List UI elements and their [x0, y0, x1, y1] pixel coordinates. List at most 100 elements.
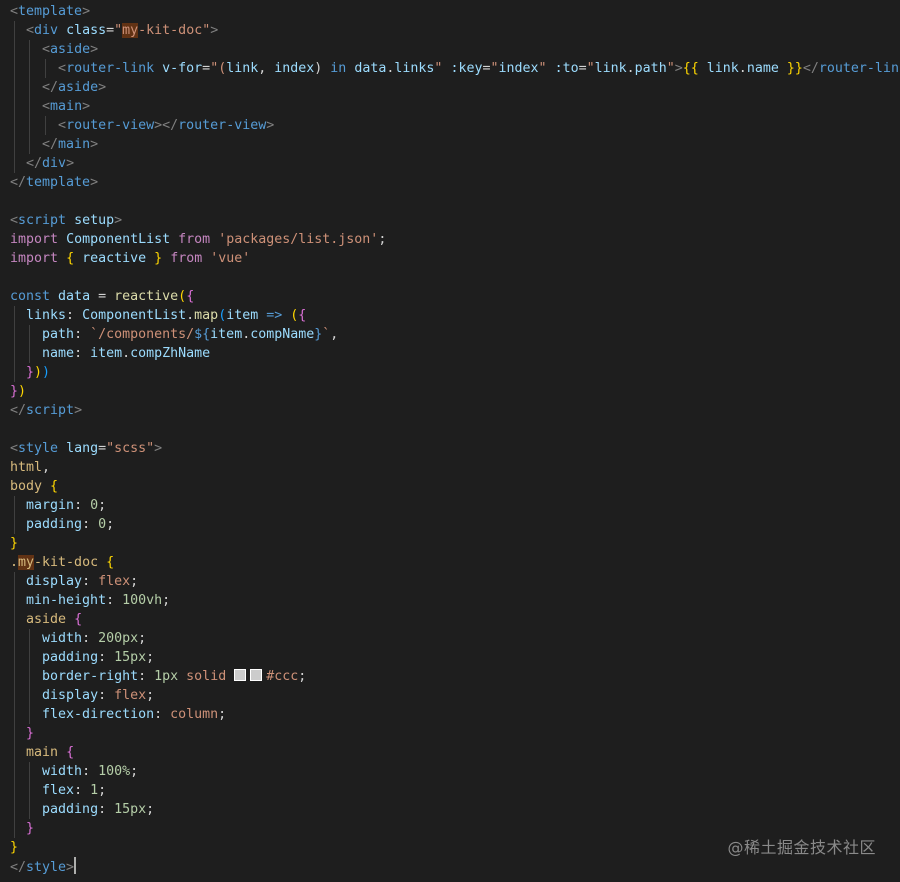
code-token: " — [586, 61, 595, 76]
code-line[interactable]: </div> — [10, 154, 900, 173]
code-token: name — [42, 346, 75, 361]
code-line[interactable]: </script> — [10, 401, 900, 420]
code-line[interactable]: <router-link v-for="(link, index) in dat… — [10, 59, 900, 78]
code-line[interactable]: </template> — [10, 173, 900, 192]
code-line[interactable]: html, — [10, 458, 900, 477]
code-token: body — [10, 479, 43, 494]
code-line[interactable]: </style> — [10, 857, 900, 876]
code-token: ; — [146, 688, 155, 703]
code-line[interactable]: min-height: 100vh; — [10, 591, 900, 610]
code-line[interactable]: <style lang="scss"> — [10, 439, 900, 458]
indent-guide — [14, 325, 15, 344]
indent-guide — [29, 135, 31, 154]
code-token: ; — [98, 783, 107, 798]
indent-guide — [14, 59, 15, 78]
code-token: template — [18, 4, 83, 19]
indent-guide — [14, 781, 15, 800]
indent-guide — [14, 116, 15, 135]
color-swatch-icon[interactable] — [250, 669, 263, 681]
code-line[interactable]: const data = reactive({ — [10, 287, 900, 306]
code-token: display — [42, 688, 99, 703]
code-line[interactable]: } — [10, 534, 900, 553]
code-line[interactable]: import { reactive } from 'vue' — [10, 249, 900, 268]
indent-guide — [29, 325, 31, 344]
code-line[interactable]: main { — [10, 743, 900, 762]
code-token: : — [98, 650, 115, 665]
code-lines[interactable]: <template> <div class="my-kit-doc"> <asi… — [10, 2, 900, 876]
code-line[interactable]: <div class="my-kit-doc"> — [10, 21, 900, 40]
code-token: ) — [314, 61, 331, 76]
code-token: > — [674, 61, 683, 76]
code-line[interactable]: padding: 0; — [10, 515, 900, 534]
code-line[interactable]: </main> — [10, 135, 900, 154]
indent-guide — [29, 97, 31, 116]
code-line[interactable]: </aside> — [10, 78, 900, 97]
code-line[interactable]: <script setup> — [10, 211, 900, 230]
indent-guide — [29, 78, 31, 97]
code-token: ; — [162, 593, 171, 608]
code-line[interactable]: display: flex; — [10, 686, 900, 705]
code-line[interactable]: <main> — [10, 97, 900, 116]
code-line[interactable]: } — [10, 724, 900, 743]
indent-guide — [14, 97, 15, 116]
code-line[interactable]: border-right: 1px solid #ccc; — [10, 667, 900, 686]
indent-guide — [14, 496, 15, 515]
code-token: padding — [42, 650, 99, 665]
code-token: item — [226, 308, 259, 323]
code-token: :key — [450, 61, 483, 76]
code-line[interactable]: width: 100%; — [10, 762, 900, 781]
code-line[interactable] — [10, 268, 900, 287]
code-line[interactable]: name: item.compZhName — [10, 344, 900, 363]
code-line[interactable]: links: ComponentList.map(item => ({ — [10, 306, 900, 325]
code-token: 1 — [90, 783, 99, 798]
code-token: : — [66, 308, 83, 323]
code-line[interactable]: }) — [10, 382, 900, 401]
code-line[interactable]: import ComponentList from 'packages/list… — [10, 230, 900, 249]
indent-guide — [29, 781, 31, 800]
code-line[interactable]: .my-kit-doc { — [10, 553, 900, 572]
code-token: flex — [98, 574, 131, 589]
code-line[interactable]: margin: 0; — [10, 496, 900, 515]
code-line[interactable]: <router-view></router-view> — [10, 116, 900, 135]
code-line[interactable]: body { — [10, 477, 900, 496]
code-token: link — [226, 61, 259, 76]
code-line[interactable]: path: `/components/${item.compName}`, — [10, 325, 900, 344]
code-line[interactable]: padding: 15px; — [10, 800, 900, 819]
code-line[interactable]: width: 200px; — [10, 629, 900, 648]
code-line[interactable]: flex-direction: column; — [10, 705, 900, 724]
code-editor[interactable]: <template> <div class="my-kit-doc"> <asi… — [0, 0, 900, 882]
code-line[interactable]: display: flex; — [10, 572, 900, 591]
indent-guide — [29, 116, 31, 135]
color-swatch-icon[interactable] — [234, 669, 247, 681]
indent-guide — [29, 800, 31, 819]
code-line[interactable] — [10, 420, 900, 439]
code-line[interactable]: <template> — [10, 2, 900, 21]
code-line[interactable]: })) — [10, 363, 900, 382]
code-token: 0 — [90, 498, 99, 513]
watermark: @稀土掘金技术社区 — [727, 838, 876, 857]
code-line[interactable]: padding: 15px; — [10, 648, 900, 667]
code-token: 200px — [98, 631, 139, 646]
code-token: 'packages/list.json' — [218, 232, 379, 247]
code-token: : — [82, 574, 99, 589]
code-token: { — [186, 289, 195, 304]
indent-guide — [14, 21, 15, 40]
code-token: : — [82, 517, 99, 532]
code-token: path — [634, 61, 667, 76]
code-line[interactable]: flex: 1; — [10, 781, 900, 800]
code-line[interactable] — [10, 192, 900, 211]
code-token: aside — [58, 80, 99, 95]
code-token: ; — [138, 631, 147, 646]
code-line[interactable]: <aside> — [10, 40, 900, 59]
indent-guide — [14, 686, 15, 705]
code-line[interactable]: aside { — [10, 610, 900, 629]
